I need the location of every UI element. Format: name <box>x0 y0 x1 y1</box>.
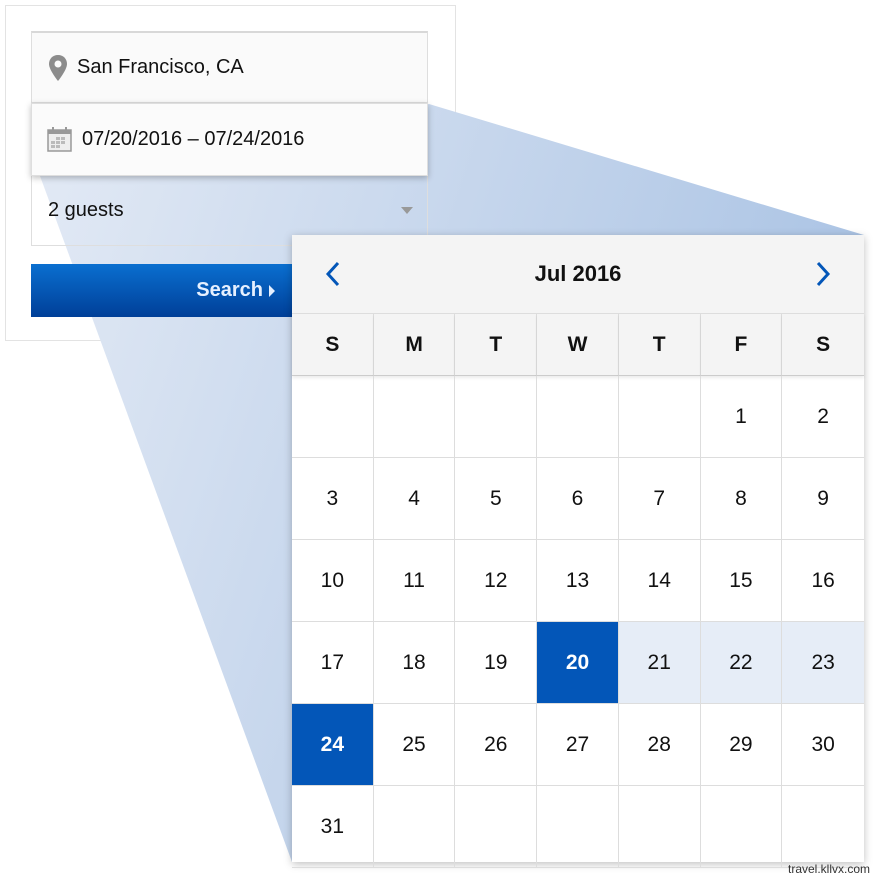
day-cell[interactable]: 1 <box>700 376 783 458</box>
map-pin-icon <box>49 54 67 81</box>
day-cell[interactable]: 10 <box>292 540 374 622</box>
day-cell[interactable]: 25 <box>373 704 456 786</box>
day-cell[interactable]: 6 <box>537 458 619 540</box>
day-cell[interactable]: 7 <box>618 458 701 540</box>
empty-day-cell <box>292 376 374 458</box>
calendar-header: Jul 2016 <box>292 235 864 314</box>
search-button[interactable]: Search <box>31 264 301 317</box>
day-cell[interactable]: 31 <box>292 786 374 868</box>
watermark: travel.kllvx.com <box>787 862 870 876</box>
month-label: Jul 2016 <box>534 261 622 286</box>
caret-right-icon <box>269 285 275 297</box>
guests-value: 2 guests <box>48 199 124 221</box>
day-cell[interactable]: 26 <box>455 704 538 786</box>
day-cell[interactable]: 5 <box>455 458 538 540</box>
empty-day-cell <box>455 376 538 458</box>
day-cell[interactable]: 11 <box>373 540 456 622</box>
day-cell[interactable]: 16 <box>782 540 864 622</box>
weekday-header: M <box>373 314 456 376</box>
day-cell[interactable]: 15 <box>700 540 783 622</box>
day-cell[interactable]: 21 <box>618 622 701 704</box>
empty-day-cell <box>618 786 701 868</box>
day-cell[interactable]: 3 <box>292 458 374 540</box>
location-value: San Francisco, CA <box>77 56 244 78</box>
empty-day-cell <box>373 786 456 868</box>
day-cell[interactable]: 22 <box>700 622 783 704</box>
day-cell[interactable]: 8 <box>700 458 783 540</box>
weekday-header: T <box>455 314 538 376</box>
weekday-header: S <box>292 314 374 376</box>
day-cell[interactable]: 28 <box>618 704 701 786</box>
empty-day-cell <box>700 786 783 868</box>
weekday-header: W <box>537 314 619 376</box>
empty-day-cell <box>373 376 456 458</box>
prev-month-button[interactable] <box>318 257 348 291</box>
weekday-header: T <box>618 314 701 376</box>
empty-day-cell <box>782 786 864 868</box>
empty-day-cell <box>537 376 619 458</box>
day-cell[interactable]: 24 <box>292 704 374 786</box>
day-cell[interactable]: 27 <box>537 704 619 786</box>
date-range-value: 07/20/2016 – 07/24/2016 <box>82 128 305 150</box>
day-cell[interactable]: 14 <box>618 540 701 622</box>
day-cell[interactable]: 29 <box>700 704 783 786</box>
caret-down-icon <box>401 207 413 214</box>
day-cell[interactable]: 2 <box>782 376 864 458</box>
next-month-button[interactable] <box>808 257 838 291</box>
chevron-right-icon <box>816 261 831 287</box>
day-grid: 1 2 3 4 5 6 7 8 9 10 11 12 13 14 15 16 17 18 19 20 21 22 23 24 2… <box>292 376 864 868</box>
empty-day-cell <box>455 786 538 868</box>
day-cell[interactable]: 4 <box>373 458 456 540</box>
day-cell[interactable]: 23 <box>782 622 864 704</box>
date-range-field[interactable]: 07/20/2016 – 07/24/2016 <box>31 103 428 176</box>
search-label: Search <box>196 279 263 301</box>
day-cell[interactable]: 17 <box>292 622 374 704</box>
day-cell[interactable]: 13 <box>537 540 619 622</box>
day-cell[interactable]: 20 <box>537 622 619 704</box>
weekday-header: F <box>700 314 783 376</box>
empty-day-cell <box>537 786 619 868</box>
calendar-icon <box>47 127 72 152</box>
weekday-row: SMTWTFS <box>292 314 864 376</box>
empty-day-cell <box>618 376 701 458</box>
location-field[interactable]: San Francisco, CA <box>31 31 428 103</box>
date-picker-calendar: Jul 2016 SMTWTFS 1 2 3 4 5 6 7 8 9 10 11 12 13 14 15 16… <box>292 235 864 868</box>
day-cell[interactable]: 12 <box>455 540 538 622</box>
day-cell[interactable]: 9 <box>782 458 864 540</box>
weekday-header: S <box>782 314 864 376</box>
day-cell[interactable]: 30 <box>782 704 864 786</box>
chevron-left-icon <box>325 261 340 287</box>
day-cell[interactable]: 19 <box>455 622 538 704</box>
day-cell[interactable]: 18 <box>373 622 456 704</box>
